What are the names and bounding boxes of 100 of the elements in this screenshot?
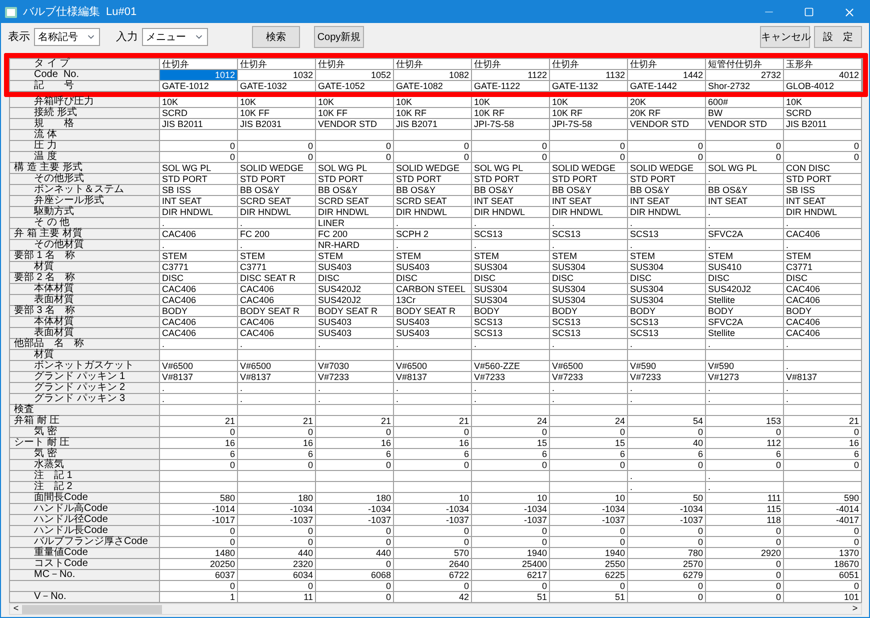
table-cell[interactable]: SUS403 xyxy=(316,262,393,272)
table-cell[interactable]: 仕切弁 xyxy=(238,59,315,69)
table-cell[interactable] xyxy=(316,130,393,140)
table-cell[interactable]: BODY xyxy=(160,306,237,316)
table-cell[interactable]: NR-HARD xyxy=(316,240,393,250)
table-cell[interactable]: STEM xyxy=(706,251,783,261)
table-cell[interactable]: V#7233 xyxy=(550,372,627,382)
table-cell[interactable]: 1442 xyxy=(628,70,705,80)
table-cell[interactable]: 115 xyxy=(706,504,783,514)
table-cell[interactable]: SOLID WEDGE xyxy=(550,163,627,173)
table-cell[interactable]: STEM xyxy=(394,251,471,261)
table-cell[interactable]: CAC406 xyxy=(238,328,315,338)
table-cell[interactable]: 0 xyxy=(628,427,705,437)
table-cell[interactable]: SCRD xyxy=(160,108,237,118)
table-cell[interactable]: DISC xyxy=(316,273,393,283)
table-cell[interactable]: Stellite xyxy=(706,328,783,338)
table-cell[interactable]: 440 xyxy=(316,548,393,558)
table-cell[interactable]: 6279 xyxy=(628,570,705,580)
table-cell[interactable]: 0 xyxy=(316,427,393,437)
table-cell[interactable]: V#7030 xyxy=(316,361,393,371)
table-cell[interactable] xyxy=(394,471,471,481)
table-cell[interactable]: C3771 xyxy=(238,262,315,272)
table-cell[interactable]: 780 xyxy=(628,548,705,558)
table-cell[interactable]: 6037 xyxy=(160,570,237,580)
table-cell[interactable]: . xyxy=(550,339,627,349)
table-cell[interactable]: SUS304 xyxy=(628,284,705,294)
table-cell[interactable]: 10K FF xyxy=(238,108,315,118)
table-cell[interactable] xyxy=(550,471,627,481)
table-cell[interactable] xyxy=(238,350,315,360)
table-cell[interactable]: INT SEAT xyxy=(628,196,705,206)
table-cell[interactable]: . xyxy=(472,339,549,349)
table-cell[interactable] xyxy=(160,482,237,492)
table-cell[interactable]: 111 xyxy=(706,493,783,503)
table-cell[interactable]: 0 xyxy=(706,460,783,470)
table-cell[interactable]: 112 xyxy=(706,438,783,448)
table-cell[interactable]: V#7233 xyxy=(472,372,549,382)
table-cell[interactable]: 0 xyxy=(316,581,393,591)
table-cell[interactable]: 0 xyxy=(628,141,705,151)
table-cell[interactable]: SCS13 xyxy=(472,328,549,338)
table-cell[interactable]: 0 xyxy=(784,581,861,591)
table-cell[interactable]: . xyxy=(160,394,237,404)
table-cell[interactable]: 54 xyxy=(628,416,705,426)
table-cell[interactable]: BODY SEAT R xyxy=(316,306,393,316)
table-cell[interactable]: 42 xyxy=(394,592,471,602)
table-cell[interactable]: GATE-1052 xyxy=(316,81,393,91)
table-cell[interactable]: 0 xyxy=(472,427,549,437)
table-cell[interactable]: . xyxy=(784,240,861,250)
table-cell[interactable]: CAC406 xyxy=(784,295,861,305)
table-cell[interactable]: CAC406 xyxy=(784,317,861,327)
table-cell[interactable]: 6 xyxy=(784,449,861,459)
table-cell[interactable]: 0 xyxy=(706,152,783,162)
button[interactable]: 設 定 xyxy=(814,26,862,48)
table-cell[interactable]: 15 xyxy=(550,438,627,448)
table-cell[interactable]: . xyxy=(706,339,783,349)
table-cell[interactable]: SCS13 xyxy=(550,229,627,239)
table-cell[interactable]: JPI-7S-58 xyxy=(550,119,627,129)
table-cell[interactable]: . xyxy=(550,218,627,228)
table-cell[interactable]: DIR HNDWL xyxy=(550,207,627,217)
button[interactable]: Copy新規 xyxy=(314,26,364,48)
table-cell[interactable]: 0 xyxy=(628,581,705,591)
table-cell[interactable]: STEM xyxy=(316,251,393,261)
table-cell[interactable]: 仕切弁 xyxy=(472,59,549,69)
table-cell[interactable]: V#6500 xyxy=(394,361,471,371)
table-cell[interactable]: BODY xyxy=(628,306,705,316)
table-cell[interactable]: V#560-ZZE xyxy=(472,361,549,371)
table-cell[interactable]: SCS13 xyxy=(550,317,627,327)
table-cell[interactable]: V#8137 xyxy=(238,372,315,382)
table-cell[interactable]: 180 xyxy=(316,493,393,503)
table-cell[interactable]: 仕切弁 xyxy=(160,59,237,69)
table-cell[interactable]: DISC xyxy=(394,273,471,283)
table-cell[interactable]: -4014 xyxy=(784,504,861,514)
table-cell[interactable]: 0 xyxy=(550,581,627,591)
table-cell[interactable] xyxy=(160,350,237,360)
table-cell[interactable]: CAC406 xyxy=(784,284,861,294)
table-cell[interactable]: 4012 xyxy=(784,70,861,80)
table-cell[interactable]: 1132 xyxy=(550,70,627,80)
table-cell[interactable]: 0 xyxy=(706,427,783,437)
table-cell[interactable]: BW xyxy=(706,108,783,118)
table-cell[interactable]: V#6500 xyxy=(550,361,627,371)
table-cell[interactable]: CON DISC xyxy=(784,163,861,173)
table-cell[interactable]: 0 xyxy=(394,581,471,591)
table-cell[interactable]: SFVC2A xyxy=(706,229,783,239)
table-cell[interactable]: STEM xyxy=(628,251,705,261)
table-cell[interactable] xyxy=(472,482,549,492)
table-cell[interactable]: 0 xyxy=(550,537,627,547)
table-cell[interactable]: BB OS&Y xyxy=(316,185,393,195)
table-cell[interactable]: . xyxy=(238,218,315,228)
table-cell[interactable]: 0 xyxy=(238,427,315,437)
table-cell[interactable]: SOL WG PL xyxy=(472,163,549,173)
table-cell[interactable]: 51 xyxy=(472,592,549,602)
table-cell[interactable]: 0 xyxy=(238,141,315,151)
table-cell[interactable]: STD PORT xyxy=(160,174,237,184)
table-cell[interactable]: V#7233 xyxy=(316,372,393,382)
table-cell[interactable]: . xyxy=(706,218,783,228)
table-cell[interactable]: STD PORT xyxy=(628,174,705,184)
table-cell[interactable]: SCS13 xyxy=(628,229,705,239)
table-cell[interactable]: -1017 xyxy=(160,515,237,525)
table-cell[interactable]: . xyxy=(784,218,861,228)
table-cell[interactable]: 10K RF xyxy=(550,108,627,118)
table-cell[interactable]: 1122 xyxy=(472,70,549,80)
